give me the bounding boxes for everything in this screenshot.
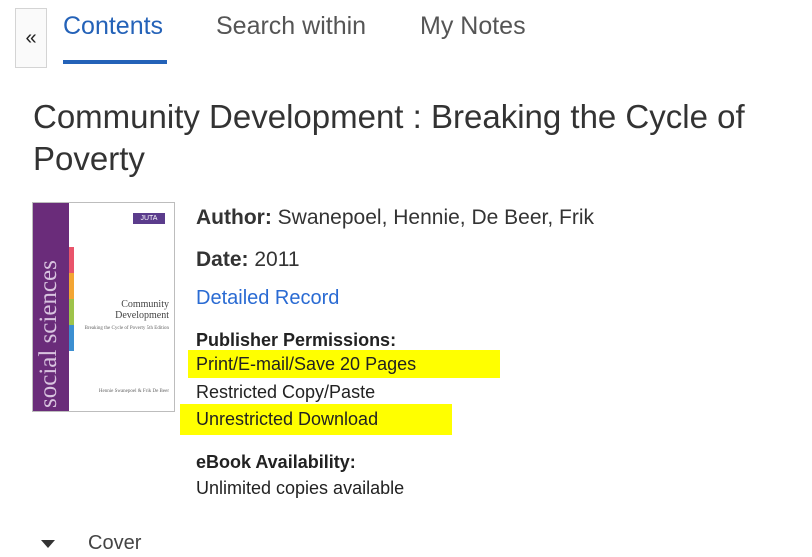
cover-authors: Hennie Swanepoel & Frik De Beer [98, 389, 169, 394]
cover-stripe [69, 325, 74, 351]
cover-spine-text: social sciences [35, 260, 62, 408]
book-cover-thumbnail[interactable]: social sciences JUTA Community Developme… [32, 202, 175, 412]
ebook-detail-panel: « Contents Search within My Notes Commun… [0, 0, 812, 557]
book-title: Community Development : Breaking the Cyc… [33, 98, 745, 177]
permission-copy-paste: Restricted Copy/Paste [196, 382, 376, 402]
date-row: Date: 2011 [196, 248, 300, 272]
double-chevron-left-icon: « [25, 26, 37, 49]
toc-item-cover[interactable]: Cover [88, 532, 141, 555]
permission-print-email-save: Print/E-mail/Save 20 Pages [196, 354, 417, 374]
date-label: Date: [196, 248, 249, 271]
author-label: Author: [196, 206, 272, 229]
collapse-panel-button[interactable]: « [15, 8, 47, 68]
cover-stripe [69, 273, 74, 299]
ebook-availability-heading: eBook Availability: [196, 452, 356, 472]
cover-title: Community Development [115, 299, 169, 321]
publisher-logo-text: JUTA [140, 215, 158, 222]
publisher-logo: JUTA [133, 213, 165, 224]
date-value: 2011 [254, 248, 300, 271]
detailed-record-link[interactable]: Detailed Record [196, 287, 339, 310]
cover-stripe [69, 299, 74, 325]
caret-down-icon[interactable] [41, 540, 55, 548]
author-value: Swanepoel, Hennie, De Beer, Frik [277, 206, 594, 229]
permission-download: Unrestricted Download [196, 409, 379, 429]
author-row: Author: Swanepoel, Hennie, De Beer, Frik [196, 206, 594, 230]
tab-contents[interactable]: Contents [63, 12, 163, 41]
tab-my-notes[interactable]: My Notes [420, 12, 526, 41]
tab-search-within[interactable]: Search within [216, 12, 366, 41]
ebook-availability-value: Unlimited copies available [196, 478, 405, 498]
cover-stripe [69, 247, 74, 273]
publisher-permissions-heading: Publisher Permissions: [196, 330, 397, 350]
cover-subtitle: Breaking the Cycle of Poverty 5th Editio… [84, 326, 169, 331]
active-tab-indicator [63, 60, 167, 64]
